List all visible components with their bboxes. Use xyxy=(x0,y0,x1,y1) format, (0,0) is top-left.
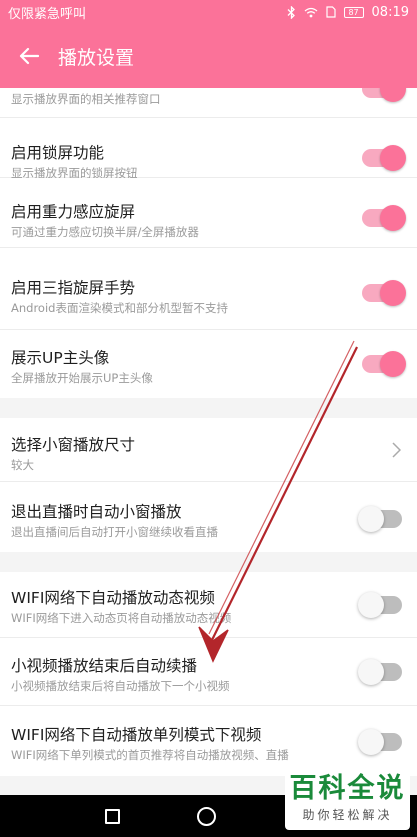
settings-row-related-recommend[interactable]: 显示播放界面的相关推荐窗口 xyxy=(0,88,417,118)
toggle-related-recommend[interactable] xyxy=(362,88,406,102)
sim-icon xyxy=(325,6,336,18)
back-button[interactable] xyxy=(0,24,58,88)
clock: 08:19 xyxy=(371,4,409,20)
row-subtitle: 小视频播放结束后将自动播放下一个小视频 xyxy=(11,679,230,693)
toggle-up-avatar[interactable] xyxy=(362,351,406,377)
toggle-three-finger[interactable] xyxy=(362,280,406,306)
app-bar: 播放设置 xyxy=(0,24,417,88)
section-divider xyxy=(0,552,417,572)
settings-row-lock-screen[interactable]: 启用锁屏功能 显示播放界面的锁屏按钮 xyxy=(0,118,417,180)
row-subtitle: WIFI网络下进入动态页将自动播放动态视频 xyxy=(11,611,232,625)
row-title: 退出直播时自动小窗播放 xyxy=(11,503,182,521)
home-button[interactable] xyxy=(197,807,216,826)
row-title: 启用锁屏功能 xyxy=(11,144,105,162)
status-bar: 仅限紧急呼叫 87 08:19 xyxy=(0,0,417,24)
row-title: 选择小窗播放尺寸 xyxy=(11,436,136,454)
watermark-logo: 百科全说 助你轻松解决 xyxy=(285,772,410,830)
settings-list: 显示播放界面的相关推荐窗口 启用锁屏功能 显示播放界面的锁屏按钮 启用重力感应旋… xyxy=(0,88,417,795)
section-divider xyxy=(0,398,417,418)
settings-row-live-window[interactable]: 退出直播时自动小窗播放 退出直播间后自动打开小窗继续收看直播 xyxy=(0,482,417,552)
page-title: 播放设置 xyxy=(58,46,135,69)
wifi-icon xyxy=(304,7,317,17)
row-title: WIFI网络下自动播放单列模式下视频 xyxy=(11,726,262,744)
toggle-gravity-rotate[interactable] xyxy=(362,205,406,231)
recent-apps-button[interactable] xyxy=(105,809,120,824)
arrow-left-icon xyxy=(19,47,39,65)
row-title: 启用重力感应旋屏 xyxy=(11,203,136,221)
row-subtitle: 较大 xyxy=(11,458,34,472)
battery-icon: 87 xyxy=(343,6,364,18)
row-subtitle: WIFI网络下单列模式的首页推荐将自动播放视频、直播 xyxy=(11,748,289,762)
row-title: 小视频播放结束后自动续播 xyxy=(11,657,198,675)
row-subtitle: 显示播放界面的相关推荐窗口 xyxy=(11,92,161,106)
watermark-subtitle: 助你轻松解决 xyxy=(302,808,393,822)
carrier-status-text: 仅限紧急呼叫 xyxy=(8,6,87,22)
settings-row-short-video-autoplay[interactable]: 小视频播放结束后自动续播 小视频播放结束后将自动播放下一个小视频 xyxy=(0,638,417,706)
settings-row-gravity-rotate[interactable]: 启用重力感应旋屏 可通过重力感应切换半屏/全屏播放器 xyxy=(0,178,417,248)
row-title: 展示UP主头像 xyxy=(11,349,110,367)
row-subtitle: 退出直播间后自动打开小窗继续收看直播 xyxy=(11,525,218,539)
toggle-wifi-single-column[interactable] xyxy=(358,729,402,755)
toggle-lock-screen[interactable] xyxy=(362,145,406,171)
bluetooth-icon xyxy=(287,5,295,19)
settings-row-three-finger[interactable]: 启用三指旋屏手势 Android表面渲染模式和部分机型暂不支持 xyxy=(0,248,417,330)
toggle-short-video-autoplay[interactable] xyxy=(358,659,402,685)
row-subtitle: 全屏播放开始展示UP主头像 xyxy=(11,371,153,385)
settings-row-wifi-dynamic[interactable]: WIFI网络下自动播放动态视频 WIFI网络下进入动态页将自动播放动态视频 xyxy=(0,572,417,638)
watermark-title: 百科全说 xyxy=(289,773,406,804)
toggle-live-window[interactable] xyxy=(358,506,402,532)
settings-row-wifi-single-column[interactable]: WIFI网络下自动播放单列模式下视频 WIFI网络下单列模式的首页推荐将自动播放… xyxy=(0,706,417,776)
row-subtitle: Android表面渲染模式和部分机型暂不支持 xyxy=(11,301,228,315)
settings-row-up-avatar[interactable]: 展示UP主头像 全屏播放开始展示UP主头像 xyxy=(0,330,417,398)
settings-row-window-size[interactable]: 选择小窗播放尺寸 较大 xyxy=(0,418,417,482)
row-title: WIFI网络下自动播放动态视频 xyxy=(11,589,215,607)
toggle-wifi-dynamic[interactable] xyxy=(358,592,402,618)
chevron-right-icon xyxy=(392,442,401,458)
status-icons: 87 08:19 xyxy=(287,5,409,20)
row-subtitle: 可通过重力感应切换半屏/全屏播放器 xyxy=(11,225,199,239)
row-title: 启用三指旋屏手势 xyxy=(11,279,136,297)
